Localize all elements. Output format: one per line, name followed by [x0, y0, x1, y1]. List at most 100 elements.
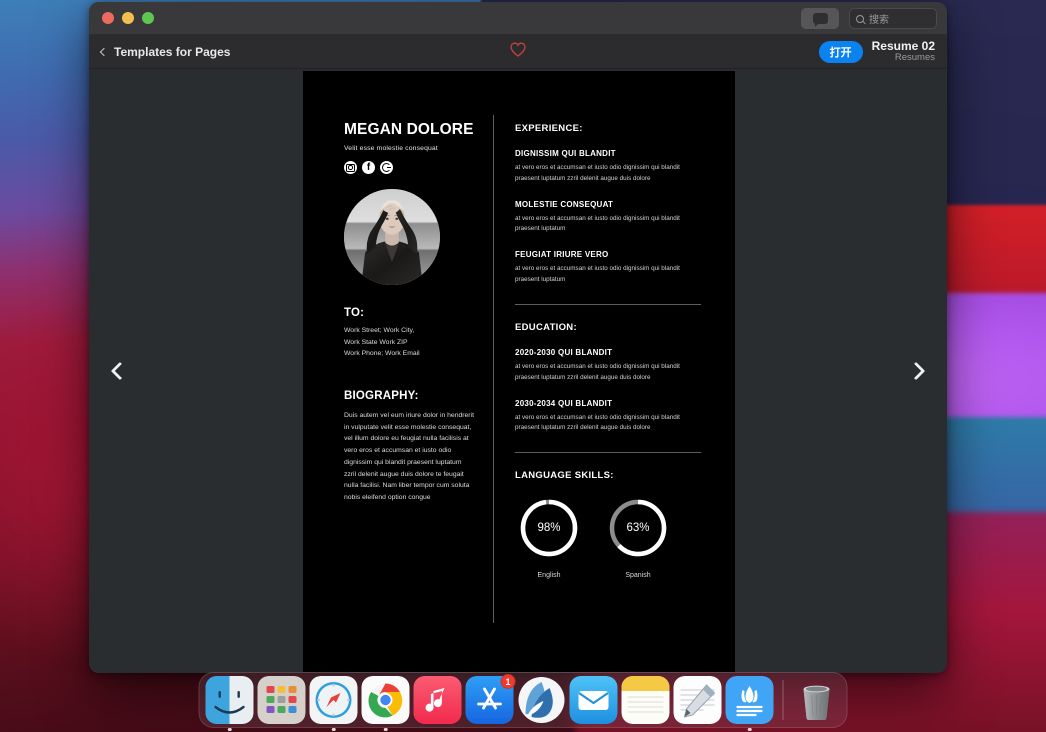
document-meta: Resume 02 Resumes [872, 39, 935, 65]
progress-ring-spanish: 63% [607, 497, 669, 559]
running-indicator [227, 727, 232, 731]
app-store-badge: 1 [500, 674, 516, 689]
section-divider [515, 303, 701, 305]
close-button[interactable] [102, 12, 114, 24]
document-subtitle: Resumes [894, 52, 935, 64]
resume-tagline: Velit esse molestie consequat [344, 145, 438, 153]
dock-item-chrome[interactable] [361, 676, 410, 731]
search-placeholder: 搜索 [869, 15, 889, 26]
biography-heading: BIOGRAPHY: [344, 390, 419, 403]
minimize-button[interactable] [122, 12, 134, 24]
resume-right-column: EXPERIENCE: DIGNISSIM QUI BLANDIT at ver… [515, 123, 701, 579]
to-address: Work Street; Work City, Work State Work … [344, 325, 474, 360]
education-item-body: at vero eros et accumsan et iusto odio d… [515, 362, 680, 381]
language-label-spanish: Spanish [625, 572, 651, 580]
dock-item-music[interactable] [413, 676, 462, 724]
experience-item-title: DIGNISSIM QUI BLANDIT [515, 149, 616, 158]
resume-document-page[interactable]: MEGAN DOLORE Velit esse molestie consequ… [303, 71, 735, 672]
traffic-lights [89, 12, 154, 24]
chat-bubble-icon [812, 13, 828, 27]
running-indicator [331, 727, 336, 731]
launchpad-icon [257, 676, 306, 724]
section-divider [515, 452, 701, 454]
dock-item-textedit[interactable] [673, 676, 722, 724]
mail-icon [569, 676, 618, 724]
trash-icon [793, 676, 841, 724]
preview-window: 搜索 Templates for Pages 打开 Resume 02 Resu… [89, 2, 947, 673]
education-item: 2030-2034 QUI BLANDIT at vero eros et ac… [515, 399, 701, 435]
progress-ring-spanish-value: 63% [626, 522, 650, 535]
education-item: 2020-2030 QUI BLANDIT at vero eros et ac… [515, 348, 701, 384]
experience-item-body: at vero eros et accumsan et iusto odio d… [515, 265, 680, 284]
biography-section: BIOGRAPHY: Duis autem vel eum iriure dol… [344, 390, 474, 504]
macos-dock: 1 [198, 672, 848, 731]
previous-template-button[interactable] [101, 354, 135, 388]
experience-item-title: FEUGIAT IRIURE VERO [515, 250, 609, 260]
running-indicator [383, 727, 388, 731]
progress-ring-english: 98% [518, 497, 580, 559]
dock-item-pages-template-app[interactable] [725, 676, 774, 731]
music-icon [413, 676, 462, 724]
finder-icon [205, 676, 254, 724]
language-label-english: English [537, 572, 561, 580]
back-button[interactable]: Templates for Pages [89, 45, 230, 59]
textedit-icon [673, 676, 722, 724]
dock-item-finder[interactable] [205, 676, 254, 731]
to-line: Work Phone; Work Email [344, 350, 420, 358]
education-heading: EDUCATION: [515, 321, 577, 333]
instagram-icon[interactable] [344, 161, 357, 175]
language-skill-rings: 98% English 63% Spanish [515, 497, 701, 579]
chevron-left-icon [110, 361, 130, 381]
biography-text: Duis autem vel eum iriure dolor in hendr… [344, 412, 474, 501]
heart-icon [510, 42, 526, 57]
experience-item: MOLESTIE CONSEQUAT at vero eros et accum… [515, 200, 701, 236]
chevron-left-icon [99, 47, 109, 56]
favorite-button[interactable] [510, 42, 527, 62]
back-label: Templates for Pages [114, 44, 231, 59]
window-navbar: Templates for Pages 打开 Resume 02 Resumes [89, 35, 947, 69]
pages-template-app-icon [725, 676, 774, 724]
dock-divider [782, 680, 784, 720]
wave-app-icon [518, 676, 566, 724]
education-item-title: 2030-2034 QUI BLANDIT [515, 398, 613, 408]
portrait-photo [344, 189, 440, 286]
progress-ring-english-value: 98% [537, 522, 561, 535]
language-skill-spanish: 63% Spanish [607, 497, 669, 579]
chrome-icon [361, 676, 410, 724]
social-icons: f [344, 161, 474, 175]
dock-item-trash[interactable] [793, 676, 841, 724]
dock-item-safari[interactable] [309, 676, 358, 731]
to-heading: TO: [344, 307, 365, 320]
experience-item: DIGNISSIM QUI BLANDIT at vero eros et ac… [515, 149, 701, 185]
dock-item-launchpad[interactable] [257, 676, 306, 724]
experience-heading: EXPERIENCE: [515, 123, 583, 134]
search-input[interactable]: 搜索 [849, 8, 937, 29]
page-column-divider [493, 115, 494, 623]
window-titlebar: 搜索 [89, 2, 947, 35]
chat-button[interactable] [801, 8, 839, 29]
dock-item-wave-app[interactable] [518, 676, 566, 724]
facebook-icon[interactable]: f [362, 161, 375, 175]
next-template-button[interactable] [901, 354, 935, 388]
language-skill-english: 98% English [518, 497, 580, 579]
chevron-right-icon [906, 361, 926, 381]
language-skills-heading: LANGUAGE SKILLS: [515, 470, 614, 482]
education-item-title: 2020-2030 QUI BLANDIT [515, 347, 613, 357]
to-line: Work State Work ZIP [344, 338, 408, 346]
maximize-button[interactable] [142, 12, 154, 24]
search-icon [856, 14, 864, 23]
to-section: TO: Work Street; Work City, Work State W… [344, 307, 474, 360]
safari-icon [309, 676, 358, 724]
template-viewer: MEGAN DOLORE Velit esse molestie consequ… [89, 69, 947, 673]
dock-item-notes[interactable] [621, 676, 670, 724]
experience-item-body: at vero eros et accumsan et iusto odio d… [515, 164, 680, 182]
open-button[interactable]: 打开 [818, 41, 863, 63]
education-item-body: at vero eros et accumsan et iusto odio d… [515, 413, 680, 432]
dock-item-mail[interactable] [569, 676, 618, 724]
running-indicator [747, 727, 752, 731]
google-icon[interactable] [380, 161, 393, 175]
portrait-photo-image [344, 189, 440, 286]
titlebar-right-controls: 搜索 [801, 2, 937, 35]
dock-item-app-store[interactable]: 1 [465, 674, 516, 724]
resume-name: MEGAN DOLORE [344, 121, 474, 138]
